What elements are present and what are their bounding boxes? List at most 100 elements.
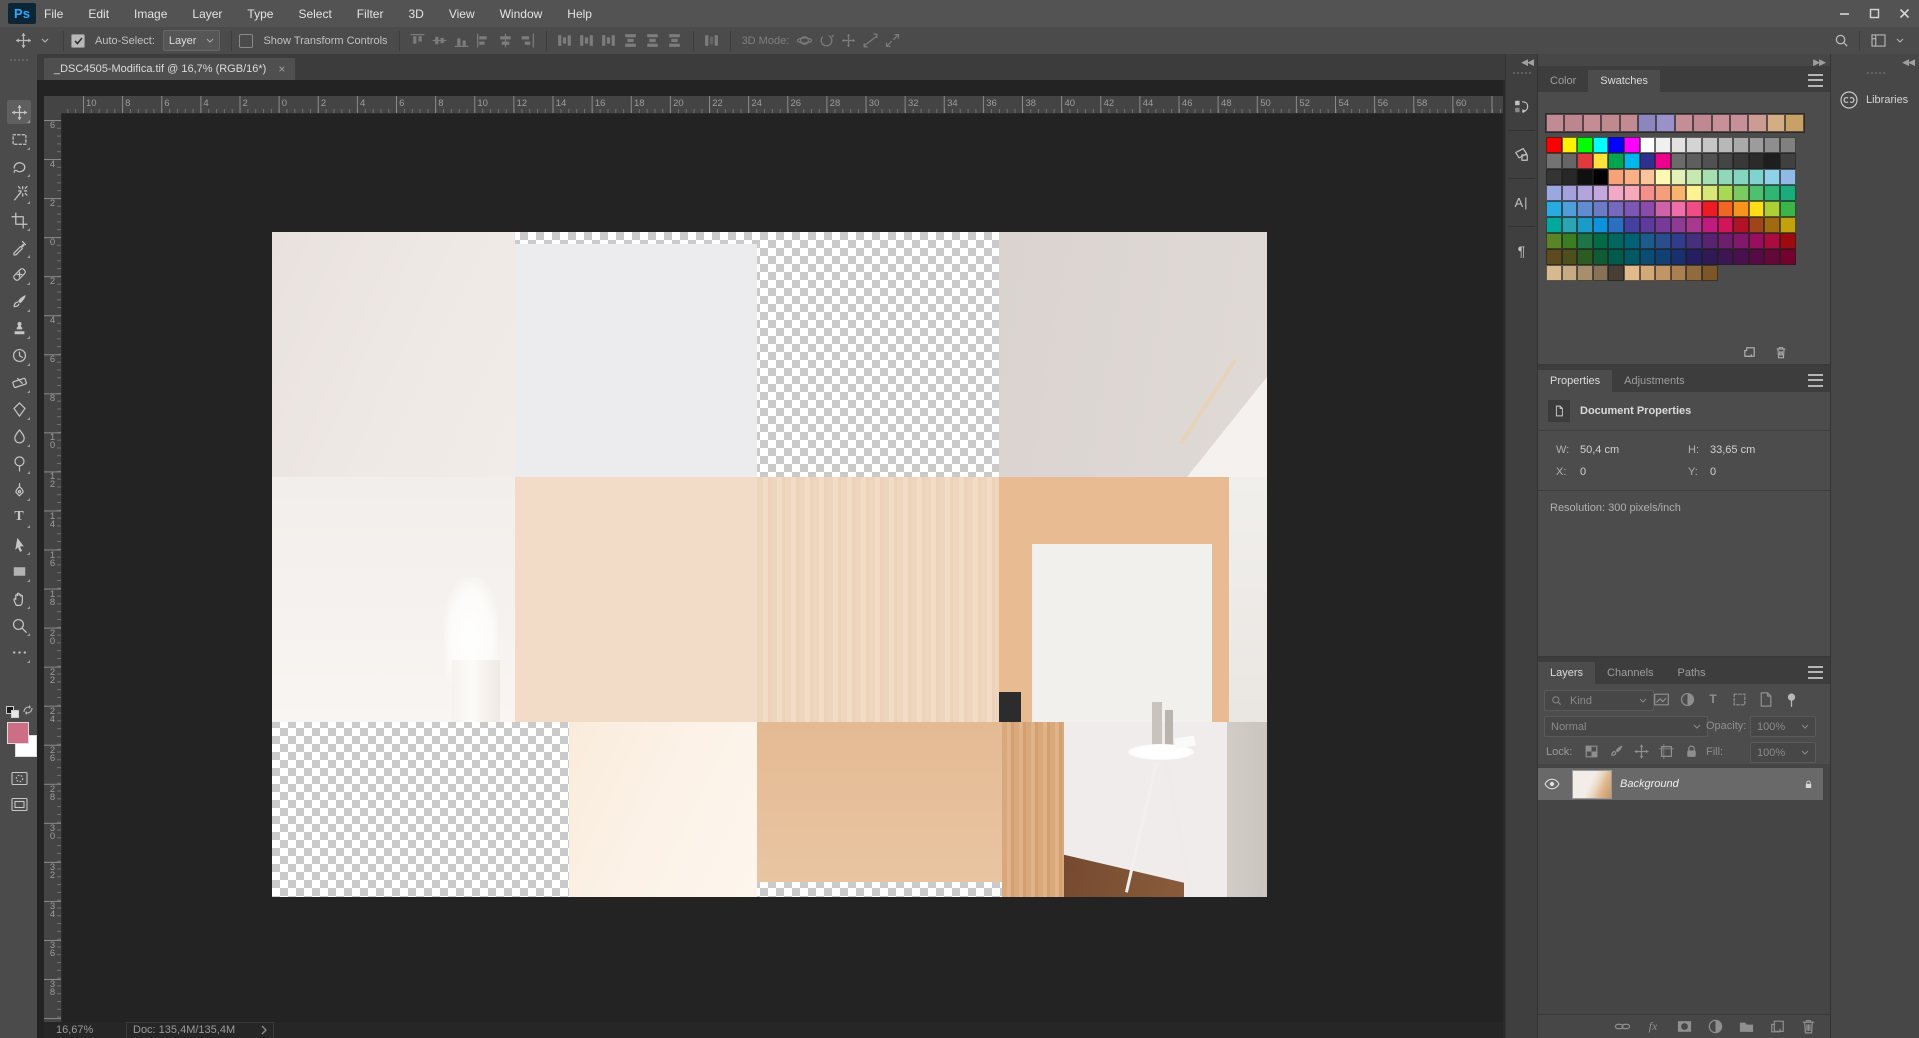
swap-colors-icon[interactable] — [22, 704, 34, 716]
swatch[interactable] — [1780, 233, 1796, 249]
swatch[interactable] — [1546, 185, 1562, 201]
swatch[interactable] — [1686, 153, 1702, 169]
swatch[interactable] — [1577, 249, 1593, 265]
menu-layer[interactable]: Layer — [190, 7, 224, 21]
character-panel-icon[interactable]: A| — [1509, 190, 1534, 215]
swatch[interactable] — [1718, 137, 1734, 153]
ruler-origin-corner[interactable] — [44, 96, 62, 114]
swatch[interactable] — [1686, 137, 1702, 153]
swatch[interactable] — [1749, 201, 1765, 217]
swatch[interactable] — [1780, 153, 1796, 169]
rectangular-marquee-tool[interactable] — [7, 127, 31, 151]
history-brush-tool[interactable] — [7, 343, 31, 367]
brush-tool[interactable] — [7, 289, 31, 313]
add-layer-mask-button[interactable] — [1673, 1018, 1695, 1036]
properties-panel-menu-icon[interactable] — [1808, 374, 1823, 387]
align-top-edges-button[interactable] — [407, 31, 429, 51]
distribute-left-edges-button[interactable] — [620, 31, 642, 51]
swatch[interactable] — [1562, 233, 1578, 249]
swatch[interactable] — [1593, 169, 1609, 185]
recent-swatch[interactable] — [1748, 114, 1766, 132]
swatch[interactable] — [1608, 249, 1624, 265]
libraries-collapse-icon[interactable]: ◀◀ — [1902, 57, 1914, 68]
pen-tool[interactable] — [7, 478, 31, 502]
swatch[interactable] — [1624, 185, 1640, 201]
swatch[interactable] — [1780, 217, 1796, 233]
foreground-color-swatch[interactable] — [7, 722, 29, 744]
recent-swatch[interactable] — [1638, 114, 1656, 132]
recent-swatch[interactable] — [1767, 114, 1785, 132]
swatch[interactable] — [1577, 201, 1593, 217]
swatch[interactable] — [1764, 185, 1780, 201]
show-transform-checkbox[interactable] — [239, 34, 253, 48]
recent-swatch[interactable] — [1693, 114, 1711, 132]
swatch[interactable] — [1624, 153, 1640, 169]
clone-source-panel-icon[interactable] — [1509, 142, 1534, 167]
swatch[interactable] — [1749, 185, 1765, 201]
swatch[interactable] — [1593, 153, 1609, 169]
canvas-image[interactable] — [272, 232, 1267, 897]
filter-type-layers-button[interactable]: T — [1702, 690, 1724, 708]
workspace-switcher-icon[interactable] — [1867, 31, 1889, 51]
swatch[interactable] — [1686, 201, 1702, 217]
swatch[interactable] — [1655, 233, 1671, 249]
recent-swatch[interactable] — [1712, 114, 1730, 132]
recent-swatch[interactable] — [1564, 114, 1582, 132]
swatch[interactable] — [1640, 201, 1656, 217]
recent-swatch[interactable] — [1656, 114, 1674, 132]
swatch[interactable] — [1608, 153, 1624, 169]
document-tab[interactable]: _DSC4505-Modifica.tif @ 16,7% (RGB/16*) … — [44, 58, 295, 80]
menu-3d[interactable]: 3D — [406, 7, 425, 21]
minimize-button[interactable] — [1829, 0, 1859, 27]
layer-style-button[interactable]: fx — [1642, 1018, 1664, 1036]
swatch[interactable] — [1764, 249, 1780, 265]
swatch[interactable] — [1546, 201, 1562, 217]
swatch[interactable] — [1655, 137, 1671, 153]
swatch[interactable] — [1624, 249, 1640, 265]
layer-filter-toggle-button[interactable] — [1780, 690, 1802, 708]
gradient-tool[interactable] — [7, 397, 31, 421]
dodge-tool[interactable] — [7, 451, 31, 475]
3d-scale-button[interactable] — [881, 31, 903, 51]
fill-field[interactable]: 100% — [1750, 742, 1816, 763]
swatch[interactable] — [1640, 185, 1656, 201]
swatch[interactable] — [1749, 249, 1765, 265]
recent-swatch[interactable] — [1730, 114, 1748, 132]
distribute-spacing-button[interactable] — [701, 31, 723, 51]
maximize-button[interactable] — [1859, 0, 1889, 27]
menu-image[interactable]: Image — [132, 7, 169, 21]
swatch[interactable] — [1749, 153, 1765, 169]
swatch[interactable] — [1733, 201, 1749, 217]
swatch[interactable] — [1546, 153, 1562, 169]
lock-transparent-pixels-button[interactable] — [1580, 742, 1602, 760]
new-layer-button[interactable] — [1766, 1018, 1788, 1036]
swatch[interactable] — [1593, 217, 1609, 233]
layer-visibility-eye-icon[interactable] — [1538, 778, 1566, 790]
swatch[interactable] — [1733, 185, 1749, 201]
swatch[interactable] — [1764, 217, 1780, 233]
swatch[interactable] — [1671, 217, 1687, 233]
swatch[interactable] — [1686, 249, 1702, 265]
swatch[interactable] — [1655, 153, 1671, 169]
zoom-tool[interactable] — [7, 613, 31, 637]
swatch[interactable] — [1655, 249, 1671, 265]
layer-filter-kind-dropdown[interactable]: Kind — [1544, 690, 1654, 711]
auto-select-checkbox[interactable] — [71, 34, 85, 48]
screen-mode-button[interactable] — [7, 792, 31, 816]
swatch[interactable] — [1733, 217, 1749, 233]
swatch[interactable] — [1624, 265, 1640, 281]
menu-type[interactable]: Type — [245, 7, 275, 21]
new-group-button[interactable] — [1735, 1018, 1757, 1036]
swatch[interactable] — [1718, 153, 1734, 169]
tab-adjustments[interactable]: Adjustments — [1612, 370, 1697, 392]
swatch[interactable] — [1718, 185, 1734, 201]
swatch[interactable] — [1702, 169, 1718, 185]
vertical-ruler[interactable]: 64202468101214161820222426283032343638 — [44, 113, 62, 1022]
swatch[interactable] — [1593, 185, 1609, 201]
distribute-horizontal-centers-button[interactable] — [642, 31, 664, 51]
workspace-chevron-icon[interactable] — [1889, 31, 1911, 51]
swatch[interactable] — [1593, 265, 1609, 281]
type-tool[interactable]: T — [7, 505, 31, 529]
3d-roll-button[interactable] — [815, 31, 837, 51]
swatch[interactable] — [1764, 137, 1780, 153]
